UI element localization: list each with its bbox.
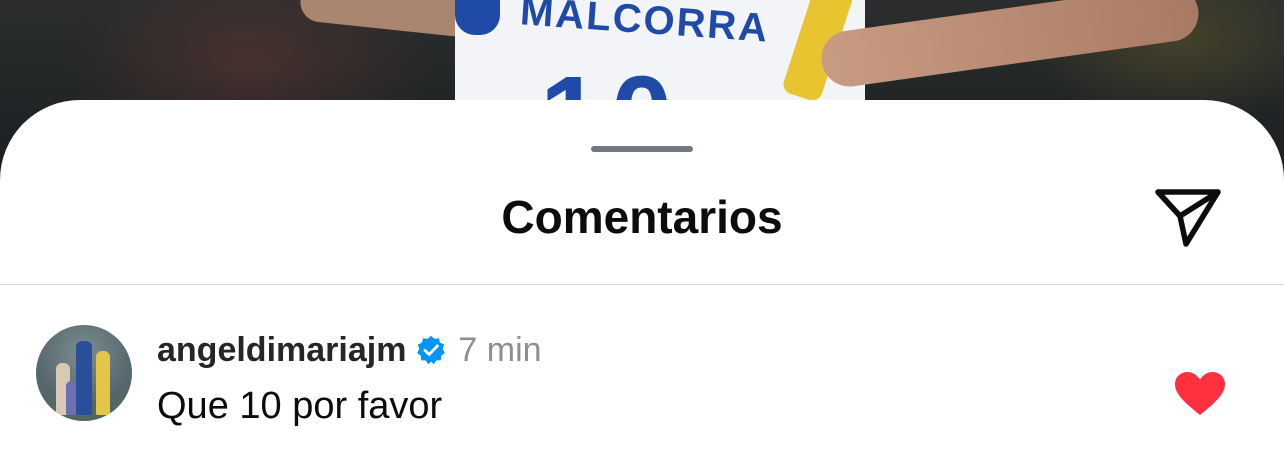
comment-header: angeldimariajm 7 min (157, 325, 542, 375)
comment-timestamp: 7 min (458, 330, 542, 369)
drag-handle[interactable] (591, 146, 693, 152)
comment-text: Que 10 por favor (157, 385, 443, 427)
heart-filled-icon (1175, 372, 1225, 415)
comment-username[interactable]: angeldimariajm (157, 331, 406, 370)
avatar[interactable] (36, 325, 132, 421)
verified-badge-icon (417, 335, 446, 365)
like-button[interactable] (1174, 371, 1226, 417)
header-divider (0, 284, 1284, 285)
avatar-figure (66, 381, 76, 415)
comment-item: angeldimariajm 7 min Que 10 por favor (0, 325, 1284, 445)
sheet-title: Comentarios (501, 191, 783, 243)
avatar-figure (76, 341, 92, 415)
comments-sheet: Comentarios angeldimariajm 7 min Que 10 … (0, 100, 1284, 460)
share-button[interactable] (1150, 182, 1226, 252)
player-arm-right (817, 0, 1203, 91)
paper-plane-icon (1155, 189, 1221, 247)
avatar-figure (96, 351, 110, 415)
jersey-sleeve (455, 0, 500, 35)
